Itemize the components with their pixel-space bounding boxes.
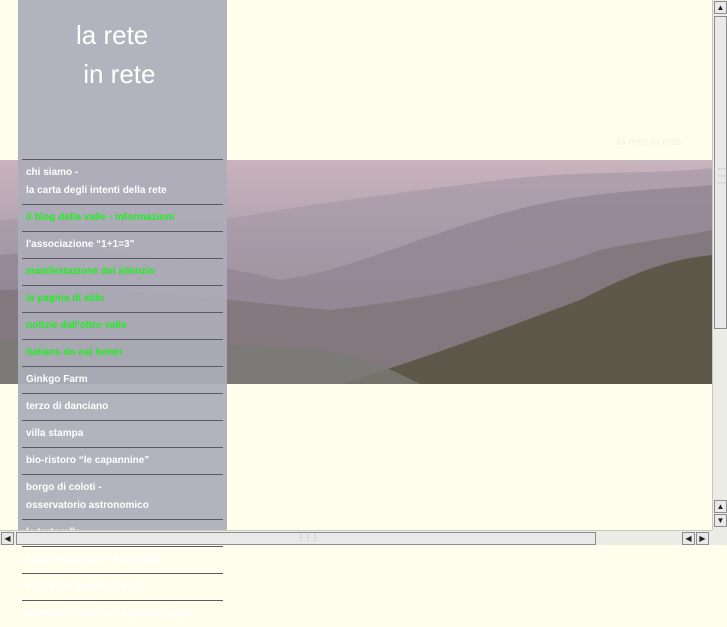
down-arrow-icon: ▼ [716,516,725,525]
menu-item-label: la pagina di aldo [26,293,105,304]
left-arrow-icon: ◀ [4,534,11,543]
site-title: la rete in rete [76,20,156,89]
menu-item-1[interactable]: il blog della valle - informazioni [22,204,223,231]
menu-item-label: Ginkgo Farm [26,374,88,385]
scroll-left-button[interactable]: ◀ [1,532,14,545]
vertical-scrollbar[interactable]: ▲ ⋮⋮⋮ ▲ ▼ [712,0,727,530]
up-arrow-icon: ▲ [716,3,725,12]
scroll-up-button[interactable]: ▲ [714,1,727,14]
menu-item-15[interactable]: nonte mi - centro di esperienze per [22,600,223,627]
menu-item-0[interactable]: chi siamo - la carta degli intenti della … [22,159,223,204]
menu-item-6[interactable]: italians do eat better [22,339,223,366]
scroll-right-button[interactable]: ▶ [696,532,709,545]
menu-item-label: la carta degli intenti della rete [26,185,167,196]
menu-item-7[interactable]: Ginkgo Farm [22,366,223,393]
menu-item-label: il blog della valle - informazioni [26,212,175,223]
up-arrow-icon: ▲ [716,502,725,511]
menu-item-label: chi siamo - [26,167,79,178]
menu-item-label: italians do eat better [26,347,124,358]
menu-item-label: biovivaio "gran burrone" [26,581,144,592]
scroll-down-button[interactable]: ▼ [714,514,727,527]
grip-icon: ⋮⋮⋮ [717,165,726,186]
menu-item-8[interactable]: terzo di danciano [22,393,223,420]
banner-caption: la rete in rete [617,136,682,148]
menu-item-label: luciano sansone - fotografia [26,554,160,565]
right-arrow-icon: ▶ [699,534,706,543]
menu-item-label: borgo di coloti - [26,482,102,493]
menu-item-2[interactable]: l'associazione “1+1=3” [22,231,223,258]
horizontal-scroll-thumb[interactable]: ⋮⋮⋮ [16,532,596,545]
sidebar: la rete in rete chi siamo - la carta degl… [18,0,227,619]
menu-item-14[interactable]: biovivaio "gran burrone" [22,573,223,600]
menu-item-label: terzo di danciano [26,401,109,412]
menu-item-11[interactable]: borgo di coloti - osservatorio astronomic… [22,474,223,519]
menu-item-label: osservatorio astronomico [26,500,149,511]
menu-item-label: nonte mi - centro di esperienze per [26,608,192,619]
scroll-left-button-right[interactable]: ◀ [682,532,695,545]
menu-item-5[interactable]: notizie dall'oltre valle [22,312,223,339]
vertical-scroll-thumb[interactable]: ⋮⋮⋮ [714,16,727,329]
horizontal-scrollbar[interactable]: ◀ ⋮⋮⋮ ◀ ▶ [0,530,712,545]
menu-item-label: manifestazione del silenzio [26,266,155,277]
menu-item-13[interactable]: luciano sansone - fotografia [22,546,223,573]
sidebar-menu: chi siamo - la carta degli intenti della … [22,159,223,627]
menu-item-3[interactable]: manifestazione del silenzio [22,258,223,285]
grip-icon: ⋮⋮⋮ [297,533,319,542]
scroll-up-button-lower[interactable]: ▲ [714,500,727,513]
left-arrow-icon: ◀ [685,534,692,543]
menu-item-10[interactable]: bio-ristoro “le capannine” [22,447,223,474]
menu-item-9[interactable]: villa stampa [22,420,223,447]
menu-item-label: bio-ristoro “le capannine” [26,455,150,466]
scrollbar-corner [712,530,727,545]
menu-item-4[interactable]: la pagina di aldo [22,285,223,312]
menu-item-label: villa stampa [26,428,84,439]
menu-item-label: notizie dall'oltre valle [26,320,127,331]
menu-item-label: l'associazione “1+1=3” [26,239,135,250]
